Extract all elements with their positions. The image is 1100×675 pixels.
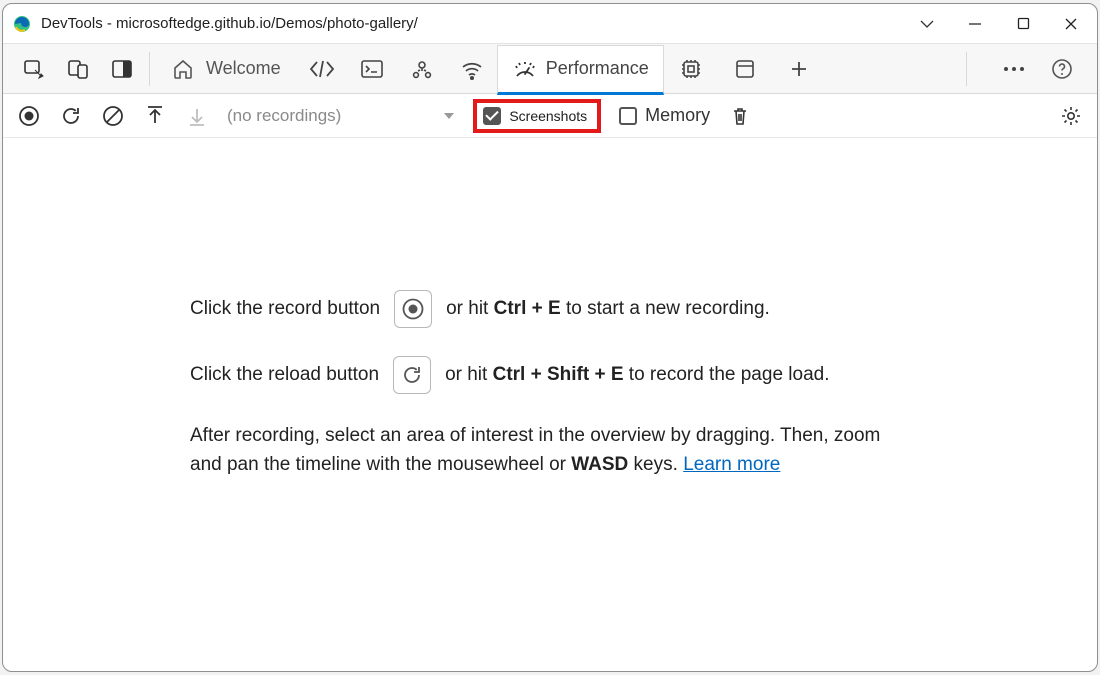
tab-welcome[interactable]: Welcome	[154, 56, 297, 82]
memory-label: Memory	[645, 105, 710, 126]
help-icon[interactable]	[1049, 56, 1075, 82]
hint-text: After recording, select an area of inter…	[190, 422, 910, 479]
console-tab-icon[interactable]	[359, 56, 385, 82]
demo-record-button[interactable]	[394, 290, 432, 328]
learn-more-link[interactable]: Learn more	[683, 454, 780, 475]
clear-button[interactable]	[101, 104, 125, 128]
dropdown-caret-icon	[443, 108, 455, 124]
home-icon	[170, 56, 196, 82]
screenshots-checkbox[interactable]	[483, 107, 501, 125]
titlebar: DevTools - microsoftedge.github.io/Demos…	[3, 4, 1097, 44]
elements-tab-icon[interactable]	[309, 56, 335, 82]
edge-logo-icon	[13, 15, 31, 33]
garbage-collect-button[interactable]	[728, 104, 752, 128]
screenshots-label: Screenshots	[509, 108, 587, 124]
recordings-label: (no recordings)	[227, 106, 341, 126]
screenshots-checkbox-highlight: Screenshots	[473, 99, 601, 133]
record-button[interactable]	[17, 104, 41, 128]
save-profile-button[interactable]	[185, 104, 209, 128]
hint-text: Click the reload button	[190, 361, 379, 390]
tab-performance-label: Performance	[546, 58, 649, 79]
capture-settings-button[interactable]	[1059, 104, 1083, 128]
dock-side-icon[interactable]	[109, 56, 135, 82]
sources-tab-icon[interactable]	[409, 56, 435, 82]
hint-text: or hit Ctrl + E to start a new recording…	[446, 295, 770, 324]
demo-reload-button[interactable]	[393, 356, 431, 394]
window-title: DevTools - microsoftedge.github.io/Demos…	[41, 15, 418, 32]
tab-welcome-label: Welcome	[206, 58, 281, 79]
tab-performance[interactable]: Performance	[497, 45, 664, 95]
hint-text: Click the record button	[190, 295, 380, 324]
memory-checkbox[interactable]	[619, 107, 637, 125]
recordings-dropdown[interactable]: (no recordings)	[227, 106, 341, 126]
divider	[966, 52, 967, 86]
reload-button[interactable]	[59, 104, 83, 128]
tab-strip: Welcome Pe	[3, 44, 1097, 94]
load-profile-button[interactable]	[143, 104, 167, 128]
close-button[interactable]	[1047, 5, 1095, 43]
maximize-button[interactable]	[999, 5, 1047, 43]
performance-icon	[512, 56, 538, 82]
device-emulation-icon[interactable]	[65, 56, 91, 82]
minimize-button[interactable]	[951, 5, 999, 43]
window-dropdown-button[interactable]	[903, 5, 951, 43]
divider	[149, 52, 150, 86]
performance-empty-state: Click the record button or hit Ctrl + E …	[3, 138, 1097, 671]
more-options-icon[interactable]	[1001, 56, 1027, 82]
memory-tab-icon[interactable]	[678, 56, 704, 82]
hint-text: or hit Ctrl + Shift + E to record the pa…	[445, 361, 829, 390]
add-tab-icon[interactable]	[786, 56, 812, 82]
devtools-window: DevTools - microsoftedge.github.io/Demos…	[2, 3, 1098, 672]
performance-toolbar: (no recordings) Screenshots Memory	[3, 94, 1097, 138]
inspect-icon[interactable]	[21, 56, 47, 82]
application-tab-icon[interactable]	[732, 56, 758, 82]
network-tab-icon[interactable]	[459, 56, 485, 82]
